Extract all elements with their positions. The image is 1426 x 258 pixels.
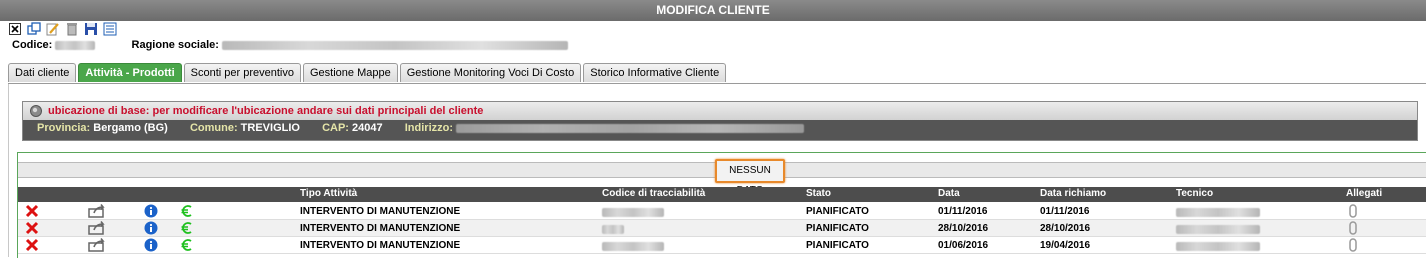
paperclip-icon[interactable] (1348, 204, 1358, 218)
tab-storico-informative[interactable]: Storico Informative Cliente (583, 63, 727, 82)
tab-gestione-mappe[interactable]: Gestione Mappe (302, 63, 398, 82)
stato: PIANIFICATO (806, 240, 869, 251)
tecnico-redacted (1176, 208, 1260, 217)
data: 01/11/2016 (938, 206, 988, 217)
edit-icon[interactable] (46, 22, 60, 36)
share-icon[interactable] (88, 221, 108, 235)
tecnico-redacted (1176, 225, 1260, 234)
indirizzo-label: Indirizzo: (404, 122, 454, 134)
magnifier-icon[interactable] (30, 105, 42, 117)
tipo-attivita: INTERVENTO DI MANUTENZIONE (300, 240, 461, 251)
codice-redacted (602, 242, 664, 251)
share-icon[interactable] (88, 204, 108, 218)
comune-label: Comune: (189, 122, 238, 134)
table-row: INTERVENTO DI MANUTENZIONE PIANIFICATO 2… (18, 220, 1426, 237)
delete-icon[interactable] (25, 204, 39, 218)
euro-icon[interactable] (180, 221, 194, 235)
delete-icon[interactable] (25, 238, 39, 252)
tecnico-redacted (1176, 242, 1260, 251)
info-icon[interactable] (144, 221, 158, 235)
comune-value: TREVIGLIO (240, 122, 300, 134)
info-icon[interactable] (144, 204, 158, 218)
paperclip-icon[interactable] (1348, 238, 1358, 252)
col-stato[interactable]: Stato (806, 188, 831, 199)
share-icon[interactable] (88, 238, 108, 252)
data-richiamo: 28/10/2016 (1040, 223, 1091, 234)
ubicazione-box: ubicazione di base: per modificare l'ubi… (22, 101, 1418, 141)
col-tipo-attivita[interactable]: Tipo Attività (300, 188, 357, 199)
col-tecnico[interactable]: Tecnico (1176, 188, 1213, 199)
tab-gestione-monitoring[interactable]: Gestione Monitoring Voci Di Costo (399, 63, 582, 82)
delete-icon[interactable] (25, 221, 39, 235)
ragione-label: Ragione sociale: (131, 39, 219, 51)
indirizzo-value-redacted (456, 123, 805, 133)
table-header: Tipo Attività Codice di tracciabilità St… (18, 187, 1426, 202)
provincia-label: Provincia: (37, 122, 91, 134)
save-icon[interactable] (84, 22, 98, 36)
close-icon[interactable] (8, 22, 22, 36)
stato: PIANIFICATO (806, 206, 869, 217)
codice-redacted (602, 208, 664, 217)
col-allegati[interactable]: Allegati (1346, 188, 1382, 199)
window-title: MODIFICA CLIENTE (0, 0, 1426, 21)
paperclip-icon[interactable] (1348, 221, 1358, 235)
data: 01/06/2016 (938, 240, 989, 251)
tab-attivita-prodotti[interactable]: Attività - Prodotti (78, 63, 182, 82)
ragione-value-redacted (222, 40, 569, 50)
tab-sconti-preventivo[interactable]: Sconti per preventivo (183, 63, 301, 82)
list-icon[interactable] (103, 22, 117, 36)
ubicazione-details: Provincia: Bergamo (BG) Comune: TREVIGLI… (37, 122, 805, 134)
data-richiamo: 01/11/2016 (1040, 206, 1090, 217)
col-codice-tracciabilita[interactable]: Codice di tracciabilità (602, 188, 705, 199)
code-value-redacted (55, 40, 96, 50)
data-richiamo: 19/04/2016 (1040, 240, 1091, 251)
tipo-attivita: INTERVENTO DI MANUTENZIONE (300, 206, 461, 217)
copy-icon[interactable] (27, 22, 41, 36)
euro-icon[interactable] (180, 204, 194, 218)
ubicazione-message: ubicazione di base: per modificare l'ubi… (48, 105, 484, 117)
euro-icon[interactable] (180, 238, 194, 252)
tab-bar: Dati cliente Attività - Prodotti Sconti … (8, 63, 728, 83)
tab-dati-cliente[interactable]: Dati cliente (8, 63, 77, 82)
delete-icon[interactable] (65, 22, 79, 36)
tipo-attivita: INTERVENTO DI MANUTENZIONE (300, 223, 461, 234)
provincia-value: Bergamo (BG) (93, 122, 168, 134)
cap-value: 24047 (352, 122, 383, 134)
client-info: Codice: Ragione sociale: (12, 39, 569, 51)
col-data[interactable]: Data (938, 188, 960, 199)
table-row: INTERVENTO DI MANUTENZIONE PIANIFICATO 0… (18, 237, 1426, 254)
toolbar (8, 22, 117, 38)
codice-redacted (602, 225, 624, 234)
info-icon[interactable] (144, 238, 158, 252)
col-data-richiamo[interactable]: Data richiamo (1040, 188, 1106, 199)
activity-grid: NESSUN DATO Tipo Attività Codice di trac… (17, 152, 1426, 258)
stato: PIANIFICATO (806, 223, 869, 234)
table-row: INTERVENTO DI MANUTENZIONE PIANIFICATO 0… (18, 203, 1426, 220)
code-label: Codice: (12, 39, 53, 51)
cap-label: CAP: (322, 122, 349, 134)
no-data-button[interactable]: NESSUN DATO (715, 159, 785, 196)
ubicazione-header: ubicazione di base: per modificare l'ubi… (23, 102, 1417, 120)
data: 28/10/2016 (938, 223, 989, 234)
